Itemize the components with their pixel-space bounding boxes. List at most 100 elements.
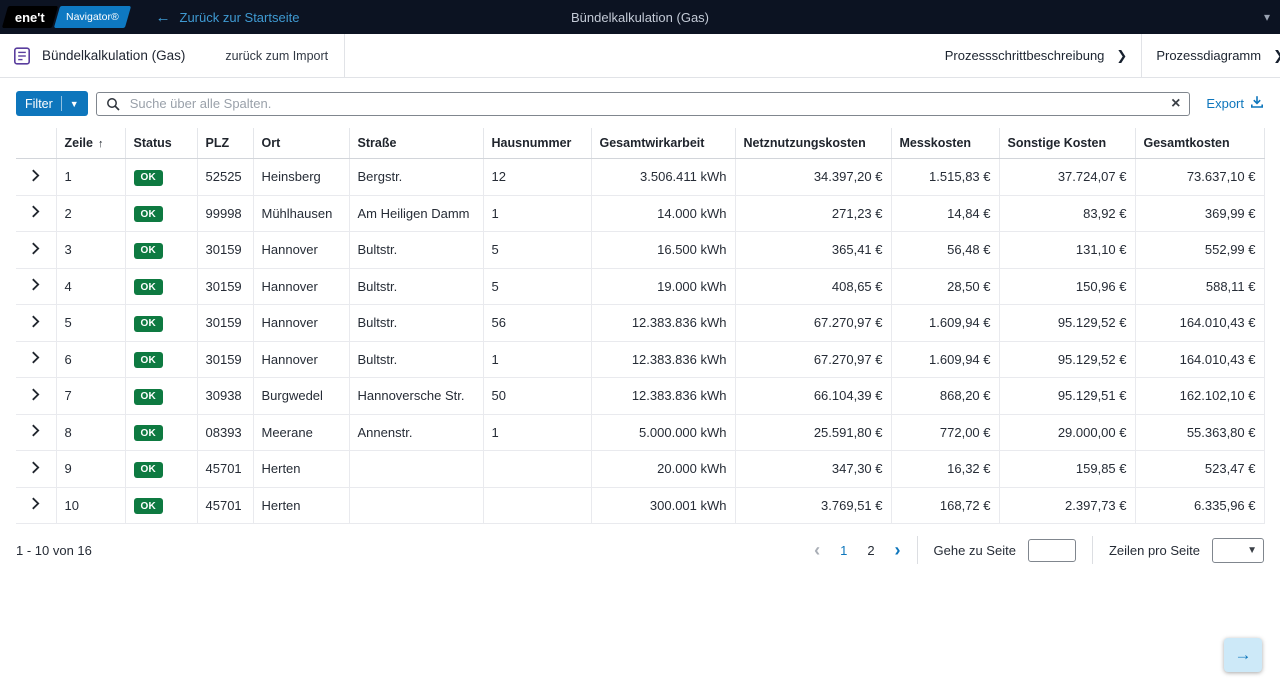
cell-netznutzungskosten: 271,23 € xyxy=(735,195,891,232)
topbar-dropdown-icon[interactable]: ▾ xyxy=(1264,10,1270,24)
cell-hausnummer: 12 xyxy=(483,159,591,196)
cell-status: OK xyxy=(125,451,197,488)
cell-ort: Burgwedel xyxy=(253,378,349,415)
appbar-divider xyxy=(344,34,345,78)
cell-plz: 30159 xyxy=(197,232,253,269)
cell-netznutzungskosten: 347,30 € xyxy=(735,451,891,488)
expand-row-icon[interactable] xyxy=(31,169,40,182)
brand-badge: Navigator® xyxy=(54,6,131,28)
process-step-description-link[interactable]: Prozessschrittbeschreibung ❯ xyxy=(945,48,1128,64)
expand-row-icon[interactable] xyxy=(31,205,40,218)
page-button-1[interactable]: 1 xyxy=(840,543,847,558)
expand-row-icon[interactable] xyxy=(31,424,40,437)
status-badge: OK xyxy=(134,279,163,295)
table-row: 1 OK 52525 Heinsberg Bergstr. 12 3.506.4… xyxy=(16,159,1264,196)
cell-status: OK xyxy=(125,159,197,196)
cell-gesamtwirkarbeit: 14.000 kWh xyxy=(591,195,735,232)
previous-page-icon[interactable]: ‹ xyxy=(814,541,820,559)
expand-row-icon[interactable] xyxy=(31,497,40,510)
column-header-expand xyxy=(16,128,56,159)
column-header-status[interactable]: Status xyxy=(125,128,197,159)
cell-sonstige-kosten: 150,96 € xyxy=(999,268,1135,305)
column-header-hausnummer[interactable]: Hausnummer xyxy=(483,128,591,159)
cell-plz: 52525 xyxy=(197,159,253,196)
enet-navigator-logo: ene't Navigator® xyxy=(5,6,128,28)
expand-row-icon[interactable] xyxy=(31,351,40,364)
cell-gesamtwirkarbeit: 12.383.836 kWh xyxy=(591,378,735,415)
cell-zeile: 9 xyxy=(56,451,125,488)
chevron-down-icon: ▼ xyxy=(1247,545,1257,556)
expand-row-icon[interactable] xyxy=(31,278,40,291)
cell-hausnummer: 1 xyxy=(483,414,591,451)
cell-sonstige-kosten: 95.129,51 € xyxy=(999,378,1135,415)
cell-hausnummer: 5 xyxy=(483,268,591,305)
page-button-2[interactable]: 2 xyxy=(867,543,874,558)
next-step-fab[interactable]: → xyxy=(1224,638,1262,672)
cell-hausnummer xyxy=(483,451,591,488)
cell-zeile: 8 xyxy=(56,414,125,451)
clear-search-icon[interactable]: × xyxy=(1171,96,1180,112)
column-header-sonstige-kosten[interactable]: Sonstige Kosten xyxy=(999,128,1135,159)
cell-messkosten: 14,84 € xyxy=(891,195,999,232)
cell-messkosten: 1.515,83 € xyxy=(891,159,999,196)
cell-strasse xyxy=(349,487,483,524)
filter-button-label: Filter xyxy=(25,97,53,111)
goto-page-label: Gehe zu Seite xyxy=(934,543,1016,558)
column-header-ort[interactable]: Ort xyxy=(253,128,349,159)
column-header-gesamtkosten[interactable]: Gesamtkosten xyxy=(1135,128,1264,159)
cell-plz: 08393 xyxy=(197,414,253,451)
expand-row-icon[interactable] xyxy=(31,388,40,401)
cell-strasse: Am Heiligen Damm xyxy=(349,195,483,232)
back-to-import-tab[interactable]: zurück zum Import xyxy=(225,49,328,63)
cell-expand xyxy=(16,414,56,451)
expand-row-icon[interactable] xyxy=(31,461,40,474)
arrow-right-icon: → xyxy=(1235,645,1252,665)
cell-zeile: 3 xyxy=(56,232,125,269)
column-header-zeile[interactable]: Zeile↑ xyxy=(56,128,125,159)
cell-netznutzungskosten: 365,41 € xyxy=(735,232,891,269)
column-header-netznutzungskosten[interactable]: Netznutzungskosten xyxy=(735,128,891,159)
table-row: 6 OK 30159 Hannover Bultstr. 1 12.383.83… xyxy=(16,341,1264,378)
status-badge: OK xyxy=(134,243,163,259)
filter-button[interactable]: Filter ▼ xyxy=(16,91,88,116)
column-header-strasse[interactable]: Straße xyxy=(349,128,483,159)
column-header-plz[interactable]: PLZ xyxy=(197,128,253,159)
export-button[interactable]: Export xyxy=(1206,95,1264,112)
cell-netznutzungskosten: 66.104,39 € xyxy=(735,378,891,415)
status-badge: OK xyxy=(134,352,163,368)
back-to-start-link[interactable]: ← Zurück zur Startseite xyxy=(156,10,300,25)
goto-page-input[interactable] xyxy=(1028,539,1076,562)
rows-per-page-label: Zeilen pro Seite xyxy=(1109,543,1200,558)
expand-row-icon[interactable] xyxy=(31,242,40,255)
process-diagram-link[interactable]: Prozessdiagramm ❯ xyxy=(1156,48,1280,64)
next-page-icon[interactable]: › xyxy=(895,541,901,559)
cell-status: OK xyxy=(125,268,197,305)
expand-row-icon[interactable] xyxy=(31,315,40,328)
cell-status: OK xyxy=(125,305,197,342)
cell-ort: Meerane xyxy=(253,414,349,451)
column-header-gesamtwirkarbeit[interactable]: Gesamtwirkarbeit xyxy=(591,128,735,159)
cell-zeile: 10 xyxy=(56,487,125,524)
cell-ort: Hannover xyxy=(253,305,349,342)
table-header: Zeile↑ Status PLZ Ort Straße Hausnummer … xyxy=(16,128,1264,159)
cell-messkosten: 1.609,94 € xyxy=(891,305,999,342)
cell-strasse: Annenstr. xyxy=(349,414,483,451)
cell-messkosten: 168,72 € xyxy=(891,487,999,524)
cell-status: OK xyxy=(125,232,197,269)
column-header-messkosten[interactable]: Messkosten xyxy=(891,128,999,159)
chevron-right-icon: ❯ xyxy=(1273,48,1280,64)
process-step-label: Prozessschrittbeschreibung xyxy=(945,48,1105,63)
table-row: 9 OK 45701 Herten 20.000 kWh 347,30 € 16… xyxy=(16,451,1264,488)
cell-expand xyxy=(16,195,56,232)
search-input[interactable] xyxy=(128,95,1163,112)
cell-strasse: Bergstr. xyxy=(349,159,483,196)
cell-expand xyxy=(16,487,56,524)
cell-zeile: 6 xyxy=(56,341,125,378)
rows-per-page-select[interactable]: ▼ xyxy=(1212,538,1264,563)
brand-badge-text: Navigator® xyxy=(66,11,119,23)
cell-ort: Herten xyxy=(253,487,349,524)
cell-gesamtkosten: 369,99 € xyxy=(1135,195,1264,232)
cell-expand xyxy=(16,305,56,342)
cell-netznutzungskosten: 25.591,80 € xyxy=(735,414,891,451)
table-footer: 1 - 10 von 16 ‹ 1 2 › Gehe zu Seite Zeil… xyxy=(0,524,1280,576)
